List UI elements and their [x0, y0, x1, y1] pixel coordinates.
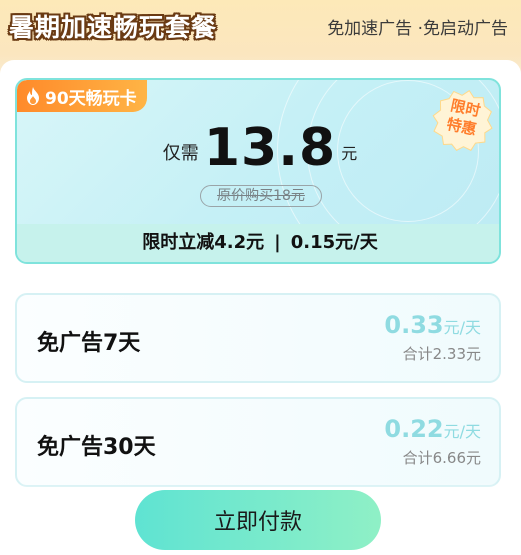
- plan-card-7-days[interactable]: 免广告7天 0.33元/天 合计2.33元: [15, 293, 501, 383]
- header-bar: 暑期加速畅玩套餐 免加速广告 ·免启动广告: [0, 0, 521, 52]
- plan-total: 合计6.66元: [402, 449, 481, 467]
- discount-bar: 限时立减4.2元 | 0.15元/天: [17, 224, 499, 262]
- flame-icon: [25, 87, 41, 105]
- plan-price: 0.22元/天 合计6.66元: [384, 415, 481, 468]
- price-prefix: 仅需: [162, 143, 199, 164]
- plan-daily-unit: 元/天: [443, 422, 481, 441]
- price-row: 仅需 13.8 元: [17, 118, 499, 178]
- plan-card-30-days[interactable]: 免广告30天 0.22元/天 合计6.66元: [15, 397, 501, 487]
- benefits-text: 免加速广告 ·免启动广告: [327, 19, 508, 39]
- price-unit: 元: [341, 144, 358, 163]
- plan-total: 合计2.33元: [402, 345, 481, 363]
- page-title: 暑期加速畅玩套餐: [9, 13, 218, 42]
- pay-now-button[interactable]: 立即付款: [135, 490, 381, 550]
- plan-daily-price: 0.22: [384, 415, 444, 443]
- original-price: 原价购买18元: [200, 185, 322, 207]
- featured-plan-card[interactable]: 90天畅玩卡 限时 特惠 仅需 13.8 元 原价购买18元 限时立减4.2元 |…: [15, 78, 501, 264]
- discount-text: 限时立减4.2元: [142, 232, 265, 253]
- per-day-price: 0.15元/天: [290, 232, 378, 253]
- price-value: 13.8: [203, 118, 337, 178]
- plan-name: 免广告7天: [37, 331, 141, 356]
- plan-name: 免广告30天: [37, 435, 156, 460]
- separator: |: [274, 232, 281, 253]
- plan-price: 0.33元/天 合计2.33元: [384, 311, 481, 364]
- plan-tag: 90天畅玩卡: [17, 80, 147, 112]
- plan-daily-price: 0.33: [384, 311, 444, 339]
- plan-tag-label: 90天畅玩卡: [45, 88, 137, 109]
- plan-daily-unit: 元/天: [443, 318, 481, 337]
